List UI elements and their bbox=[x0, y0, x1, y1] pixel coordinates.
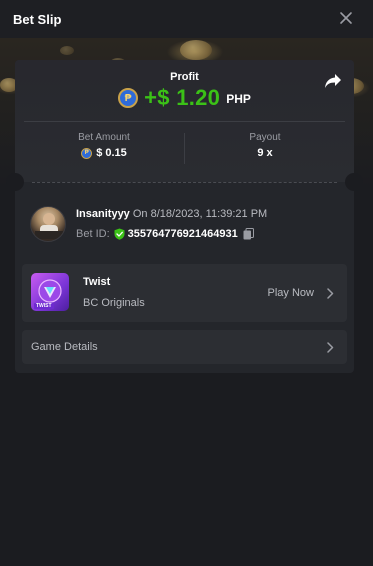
profit-currency: PHP bbox=[226, 92, 251, 106]
header: Bet Slip bbox=[0, 0, 373, 38]
game-thumbnail: TWIST bbox=[31, 273, 69, 311]
close-icon[interactable] bbox=[337, 9, 355, 27]
profit-panel: Profit ₱ +$ 1.20 PHP Bet Amount ₱ $ 0.15… bbox=[15, 60, 354, 182]
page-title: Bet Slip bbox=[13, 11, 62, 27]
username-line: Insanityyy On 8/18/2023, 11:39:21 PM bbox=[76, 208, 267, 220]
game-provider: BC Originals bbox=[83, 297, 145, 309]
bet-id-label: Bet ID: bbox=[76, 228, 110, 240]
game-link-row[interactable]: TWIST Twist BC Originals Play Now bbox=[22, 264, 347, 322]
game-details-label: Game Details bbox=[31, 341, 98, 353]
chevron-right-icon bbox=[327, 342, 334, 353]
payout-value: 9 x bbox=[257, 147, 273, 159]
bet-id-value: 355764776921464931 bbox=[127, 228, 238, 240]
bet-amount-stat: Bet Amount ₱ $ 0.15 bbox=[24, 132, 184, 159]
profit-label: Profit bbox=[170, 71, 199, 83]
play-now-button[interactable]: Play Now bbox=[268, 287, 314, 299]
bet-amount-label: Bet Amount bbox=[78, 132, 130, 143]
profit-row: ₱ +$ 1.20 PHP bbox=[15, 85, 354, 111]
profit-value: +$ 1.20 bbox=[144, 85, 221, 110]
payout-label: Payout bbox=[249, 132, 281, 143]
game-thumb-label: TWIST bbox=[34, 303, 54, 309]
avatar[interactable] bbox=[30, 206, 66, 242]
divider bbox=[24, 121, 345, 122]
dashed-separator bbox=[32, 182, 337, 183]
payout-stat: Payout 9 x bbox=[185, 132, 345, 159]
bet-info: Insanityyy On 8/18/2023, 11:39:21 PM Bet… bbox=[30, 206, 340, 246]
share-icon[interactable] bbox=[324, 73, 342, 89]
ticket-notch-right bbox=[345, 173, 363, 191]
username[interactable]: Insanityyy bbox=[76, 208, 130, 220]
bet-slip-card: Profit ₱ +$ 1.20 PHP Bet Amount ₱ $ 0.15… bbox=[6, 60, 363, 373]
php-coin-icon: ₱ bbox=[118, 88, 139, 108]
bet-id-row: Bet ID: 355764776921464931 bbox=[76, 228, 254, 240]
copy-icon[interactable] bbox=[243, 228, 254, 240]
bet-amount-value: $ 0.15 bbox=[96, 147, 127, 159]
game-details-row[interactable]: Game Details bbox=[22, 330, 347, 364]
game-title: Twist bbox=[83, 276, 111, 288]
php-coin-icon: ₱ bbox=[81, 147, 93, 159]
ticket-notch-left bbox=[6, 173, 24, 191]
chevron-right-icon bbox=[327, 288, 334, 299]
timestamp: On 8/18/2023, 11:39:21 PM bbox=[132, 208, 268, 220]
shield-icon bbox=[114, 228, 125, 240]
bet-amount-value-row: ₱ $ 0.15 bbox=[24, 147, 184, 159]
